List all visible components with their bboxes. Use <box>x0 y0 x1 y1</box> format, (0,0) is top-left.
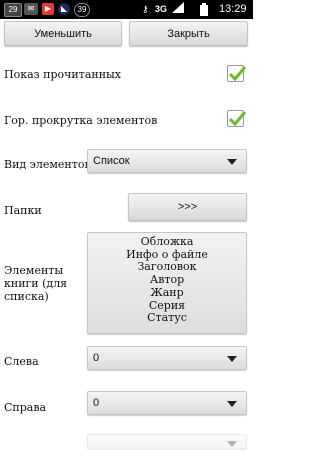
status-bar: 29 ✉ ▶ ◣ 39 ⚷ 3G 13:29 <box>0 0 253 19</box>
notification-count-icon: 39 <box>74 3 90 17</box>
show-read-label: Показ прочитанных <box>4 68 122 81</box>
view-select-value: Список <box>93 155 130 167</box>
book-elements-list[interactable]: Обложка Инфо о файле Заголовок Автор Жан… <box>87 232 247 334</box>
right-select-value: 0 <box>93 397 100 409</box>
left-select-value: 0 <box>93 352 100 364</box>
book-elements-label: Элементы книги (для списка) <box>4 264 68 303</box>
show-read-checkbox[interactable] <box>227 65 247 82</box>
right-label: Справа <box>4 401 47 414</box>
list-item[interactable]: Обложка <box>88 235 246 249</box>
next-select-partial[interactable] <box>87 434 247 450</box>
hscroll-checkbox[interactable] <box>227 110 247 127</box>
clock: 13:29 <box>219 3 247 15</box>
list-item[interactable]: Жанр <box>88 286 246 300</box>
battery-icon <box>200 3 208 20</box>
close-button[interactable]: Закрыть <box>129 21 248 46</box>
left-select[interactable]: 0 <box>87 346 247 370</box>
chevron-down-icon <box>227 159 237 165</box>
checkmark-icon <box>228 111 247 127</box>
chevron-down-icon <box>227 441 237 447</box>
view-label: Вид элементов <box>4 158 91 171</box>
chevron-down-icon <box>227 401 237 407</box>
key-icon: ⚷ <box>142 4 149 14</box>
folders-button[interactable]: >>> <box>128 193 247 221</box>
notification-badge-icon: 29 <box>4 3 22 17</box>
view-select[interactable]: Список <box>87 149 247 173</box>
chevron-down-icon <box>227 356 237 362</box>
signal-icon <box>172 2 184 17</box>
list-item[interactable]: Статус <box>88 312 246 325</box>
network-type: 3G <box>155 4 168 14</box>
checkmark-icon <box>228 66 247 82</box>
hscroll-label: Гор. прокрутка элементов <box>4 114 158 127</box>
decrease-button[interactable]: Уменьшить <box>4 21 122 46</box>
media-icon: ▶ <box>42 3 54 15</box>
folders-label: Папки <box>4 204 42 217</box>
app-circle-icon: ◣ <box>58 3 70 15</box>
email-icon: ✉ <box>24 3 38 15</box>
right-select[interactable]: 0 <box>87 391 247 415</box>
list-item[interactable]: Автор <box>88 273 246 287</box>
left-label: Слева <box>4 355 39 368</box>
